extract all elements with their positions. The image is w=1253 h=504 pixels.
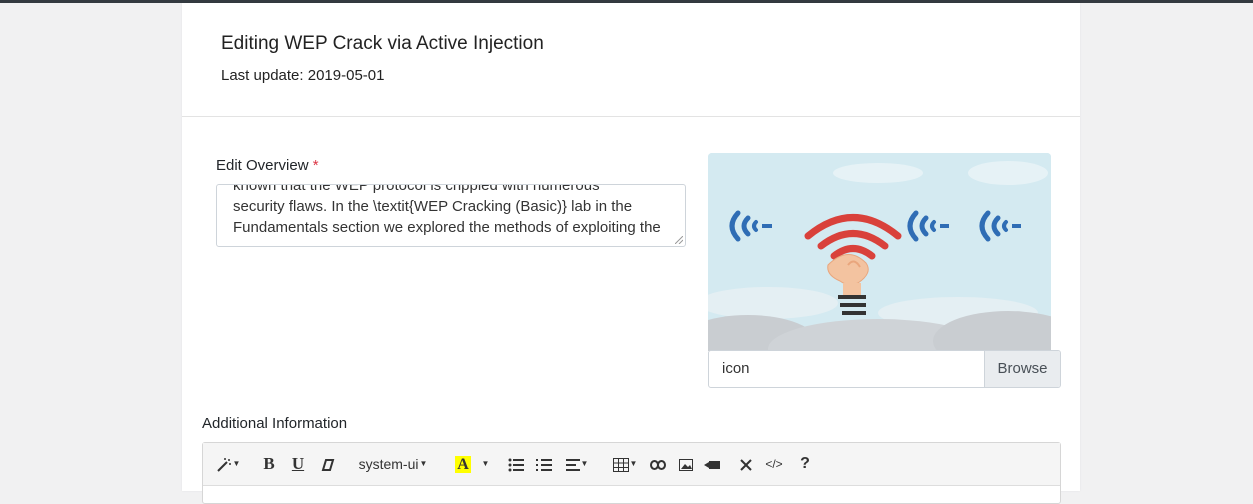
- font-family-dropdown[interactable]: system-ui▼: [353, 454, 433, 474]
- unordered-list-icon[interactable]: [507, 454, 525, 474]
- video-icon[interactable]: [703, 454, 721, 474]
- overview-text: known that the WEP protocol is crippled …: [233, 184, 661, 236]
- magic-wand-icon[interactable]: ▼: [213, 454, 243, 474]
- highlight-dropdown-icon[interactable]: ▼: [479, 454, 491, 474]
- last-update-text: Last update: 2019-05-01: [221, 67, 385, 84]
- help-icon[interactable]: ?: [797, 454, 813, 474]
- link-icon[interactable]: [649, 454, 667, 474]
- picture-icon[interactable]: [677, 454, 695, 474]
- bold-icon[interactable]: B: [261, 454, 277, 474]
- file-name-text: icon: [722, 360, 750, 377]
- paragraph-align-icon[interactable]: ▼: [563, 454, 591, 474]
- underline-icon[interactable]: U: [289, 454, 307, 474]
- resize-grip-icon[interactable]: [675, 236, 683, 244]
- icon-file-input[interactable]: icon Browse: [708, 350, 1061, 388]
- fullscreen-icon[interactable]: [737, 454, 755, 474]
- table-icon[interactable]: ▼: [611, 454, 639, 474]
- additional-info-label: Additional Information: [202, 415, 348, 432]
- overview-textarea[interactable]: known that the WEP protocol is crippled …: [216, 184, 686, 247]
- page-title: Editing WEP Crack via Active Injection: [221, 33, 544, 54]
- overview-image: [708, 153, 1051, 351]
- wifi-hand-illustration-icon: [708, 153, 1051, 351]
- browse-button[interactable]: Browse: [984, 351, 1060, 387]
- overview-label: Edit Overview *: [216, 157, 319, 174]
- font-family-label: system-ui: [358, 456, 419, 472]
- rich-text-editor[interactable]: ▼ B U system-ui▼ A ▼ ▼ ▼ </> ?: [202, 442, 1061, 504]
- code-view-icon[interactable]: </>: [759, 454, 789, 474]
- highlight-color-icon[interactable]: A: [453, 454, 473, 474]
- eraser-icon[interactable]: [319, 454, 337, 474]
- highlight-letter: A: [455, 456, 471, 473]
- edit-card: Editing WEP Crack via Active Injection L…: [182, 3, 1080, 504]
- ordered-list-icon[interactable]: [535, 454, 553, 474]
- card-header: Editing WEP Crack via Active Injection L…: [182, 3, 1080, 117]
- editor-toolbar: ▼ B U system-ui▼ A ▼ ▼ ▼ </> ?: [203, 443, 1060, 486]
- required-mark: *: [312, 157, 319, 174]
- overview-label-text: Edit Overview: [216, 157, 309, 174]
